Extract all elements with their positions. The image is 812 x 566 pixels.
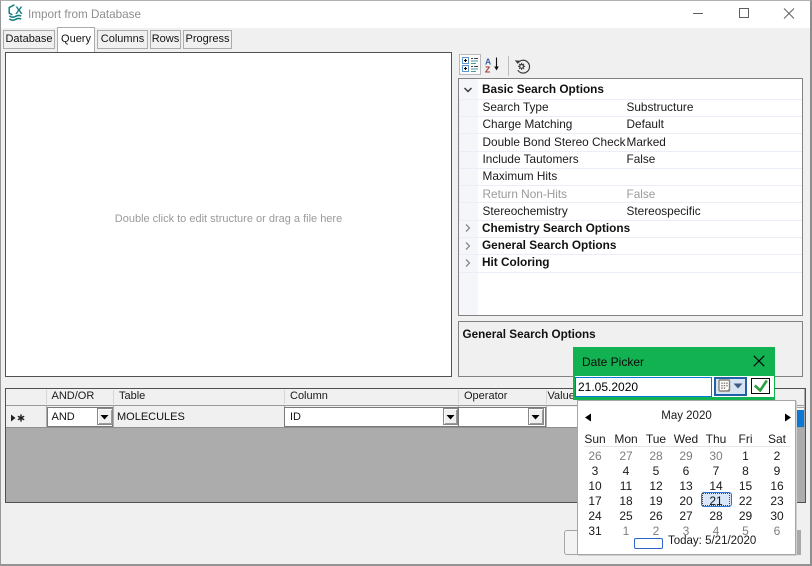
svg-text:Z: Z	[485, 65, 490, 75]
svg-text:X: X	[15, 5, 23, 17]
